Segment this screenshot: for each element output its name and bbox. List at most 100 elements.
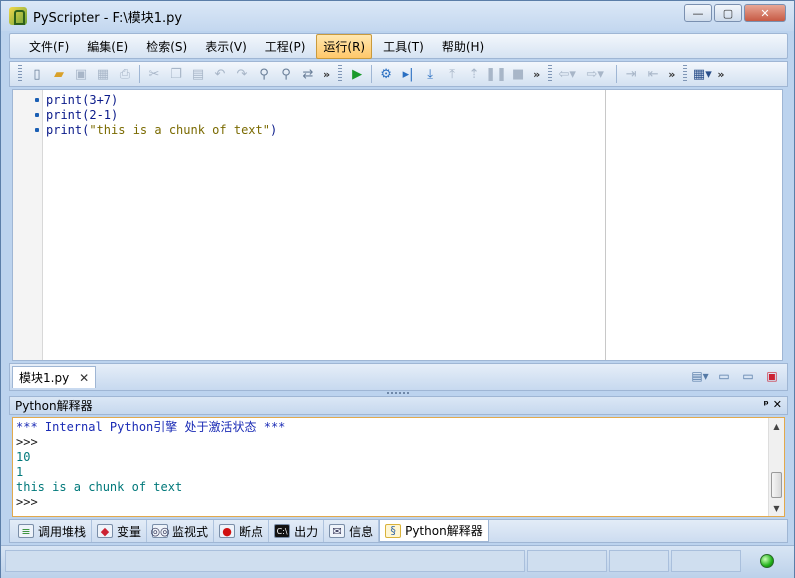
run-to-cursor-icon[interactable]: ⇡ xyxy=(465,65,483,83)
layout-icon[interactable]: ▦▾ xyxy=(693,65,712,83)
line-marker[interactable] xyxy=(35,113,39,117)
tab-watches[interactable]: ◎◎ 监视式 xyxy=(147,520,215,542)
window-layout-icon[interactable]: ▣ xyxy=(763,368,781,384)
split-view-icon[interactable]: ▭ xyxy=(715,368,733,384)
toolbar-grip[interactable] xyxy=(338,65,343,83)
pin-icon[interactable]: ᵖ xyxy=(764,398,769,411)
replace-icon[interactable]: ⇄ xyxy=(299,65,317,83)
line-marker[interactable] xyxy=(35,98,39,102)
console-line: 1 xyxy=(16,465,24,479)
toolbar-overflow-icon[interactable]: » xyxy=(668,68,675,81)
line-marker[interactable] xyxy=(35,128,39,132)
toolbar-overflow-icon[interactable]: » xyxy=(717,68,724,81)
open-file-icon[interactable]: ▰ xyxy=(50,65,68,83)
status-segment xyxy=(671,550,741,572)
status-segment xyxy=(609,550,669,572)
menu-file[interactable]: 文件(F) xyxy=(22,34,76,59)
undo-icon[interactable]: ↶ xyxy=(211,65,229,83)
indent-icon[interactable]: ⇥ xyxy=(622,65,640,83)
toolbar-overflow-icon[interactable]: » xyxy=(323,68,330,81)
pyscripter-window: PyScripter - F:\模块1.py — ▢ ✕ 文件(F) 編集(E)… xyxy=(0,0,795,578)
tab-variables[interactable]: ◆ 变量 xyxy=(92,520,148,542)
stop-icon[interactable]: ■ xyxy=(509,65,527,83)
bottom-tool-tabs: ≡ 调用堆栈 ◆ 变量 ◎◎ 监视式 ● 断点 C:\ 出力 ✉ 信息 § Py… xyxy=(9,519,788,543)
code-line[interactable]: print("this is a chunk of text") xyxy=(46,123,277,138)
find-icon[interactable]: ⚲ xyxy=(255,65,273,83)
menu-view[interactable]: 表示(V) xyxy=(198,34,254,59)
step-into-icon[interactable]: ⤓ xyxy=(421,65,439,83)
tab-label: 模块1.py xyxy=(19,371,70,385)
toolbar-separator xyxy=(139,65,140,83)
tab-label: 调用堆栈 xyxy=(38,524,87,539)
console-scrollbar[interactable]: ▲ ▼ xyxy=(768,418,784,516)
menu-tools[interactable]: 工具(T) xyxy=(376,34,431,59)
console-prompt: >>> xyxy=(16,435,38,449)
step-out-icon[interactable]: ⤒ xyxy=(443,65,461,83)
tab-python-interpreter[interactable]: § Python解释器 xyxy=(379,520,489,542)
menu-run[interactable]: 运行(R) xyxy=(316,33,373,59)
console-line: 10 xyxy=(16,450,31,464)
toolbar-grip[interactable] xyxy=(548,65,553,83)
tab-close-icon[interactable]: ✕ xyxy=(79,371,89,385)
debug-icon[interactable]: ⚙ xyxy=(377,65,395,83)
tab-label: 监视式 xyxy=(172,524,209,539)
code-line[interactable]: print(3+7) xyxy=(46,93,277,108)
watches-icon: ◎◎ xyxy=(150,524,170,538)
cut-icon[interactable]: ✂ xyxy=(145,65,163,83)
tab-list-icon[interactable]: ▭ xyxy=(739,368,757,384)
toolbar-overflow-icon[interactable]: » xyxy=(533,68,540,81)
code-lines[interactable]: print(3+7) print(2-1) print("this is a c… xyxy=(46,93,277,138)
paste-icon[interactable]: ▤ xyxy=(189,65,207,83)
tab-label: Python解释器 xyxy=(405,524,483,538)
menu-project[interactable]: 工程(P) xyxy=(258,34,313,59)
code-line[interactable]: print(2-1) xyxy=(46,108,277,123)
scroll-up-icon[interactable]: ▲ xyxy=(769,418,784,434)
python-icon: § xyxy=(385,523,402,538)
tab-strip-actions: ▤▾ ▭ ▭ ▣ xyxy=(691,368,781,384)
tab-output[interactable]: C:\ 出力 xyxy=(269,520,325,542)
save-icon[interactable]: ▣ xyxy=(72,65,90,83)
tab-module1[interactable]: 模块1.py ✕ xyxy=(12,366,97,388)
panel-close-icon[interactable]: ✕ xyxy=(773,398,782,411)
close-button[interactable]: ✕ xyxy=(744,4,786,22)
tab-messages[interactable]: ✉ 信息 xyxy=(324,520,380,542)
menu-help[interactable]: 帮助(H) xyxy=(435,34,491,59)
console-line: *** Internal Python引擎 处于激活状态 *** xyxy=(16,420,286,434)
status-segment xyxy=(527,550,607,572)
back-icon[interactable]: ⇦▾ xyxy=(558,65,576,83)
step-over-icon[interactable]: ▸| xyxy=(399,65,417,83)
maximize-button[interactable]: ▢ xyxy=(714,4,742,22)
pyscripter-logo-icon xyxy=(9,7,27,25)
find-next-icon[interactable]: ⚲ xyxy=(277,65,295,83)
print-icon[interactable]: ⎙ xyxy=(116,65,134,83)
interpreter-panel-header: Python解释器 ᵖ ✕ xyxy=(9,396,788,415)
console-output[interactable]: *** Internal Python引擎 处于激活状态 *** >>> 10 … xyxy=(16,420,285,510)
code-editor[interactable]: print(3+7) print(2-1) print("this is a c… xyxy=(12,89,783,361)
status-bar xyxy=(1,545,794,578)
pause-icon[interactable]: ❚❚ xyxy=(485,65,507,83)
forward-icon[interactable]: ⇨▾ xyxy=(586,65,604,83)
title-bar[interactable]: PyScripter - F:\模块1.py — ▢ ✕ xyxy=(1,1,794,31)
console-prompt[interactable]: >>> xyxy=(16,495,285,510)
tab-breakpoints[interactable]: ● 断点 xyxy=(214,520,270,542)
minimize-button[interactable]: — xyxy=(684,4,712,22)
new-file-icon[interactable]: ▯ xyxy=(28,65,46,83)
tab-call-stack[interactable]: ≡ 调用堆栈 xyxy=(13,520,93,542)
run-icon[interactable]: ▶ xyxy=(348,65,366,83)
scroll-down-icon[interactable]: ▼ xyxy=(769,500,784,516)
menu-search[interactable]: 检索(S) xyxy=(139,34,194,59)
tab-label: 断点 xyxy=(239,524,264,539)
tab-label: 变量 xyxy=(117,524,142,539)
redo-icon[interactable]: ↷ xyxy=(233,65,251,83)
python-console[interactable]: *** Internal Python引擎 处于激活状态 *** >>> 10 … xyxy=(12,417,785,517)
new-tab-icon[interactable]: ▤▾ xyxy=(691,368,709,384)
menu-edit[interactable]: 編集(E) xyxy=(80,34,135,59)
save-all-icon[interactable]: ▦ xyxy=(94,65,112,83)
copy-icon[interactable]: ❐ xyxy=(167,65,185,83)
toolbar-grip[interactable] xyxy=(683,65,688,83)
toolbar-grip[interactable] xyxy=(18,65,22,83)
outdent-icon[interactable]: ⇤ xyxy=(644,65,662,83)
right-margin-line xyxy=(605,90,606,360)
scroll-thumb[interactable] xyxy=(771,472,782,498)
editor-gutter[interactable] xyxy=(13,90,43,360)
